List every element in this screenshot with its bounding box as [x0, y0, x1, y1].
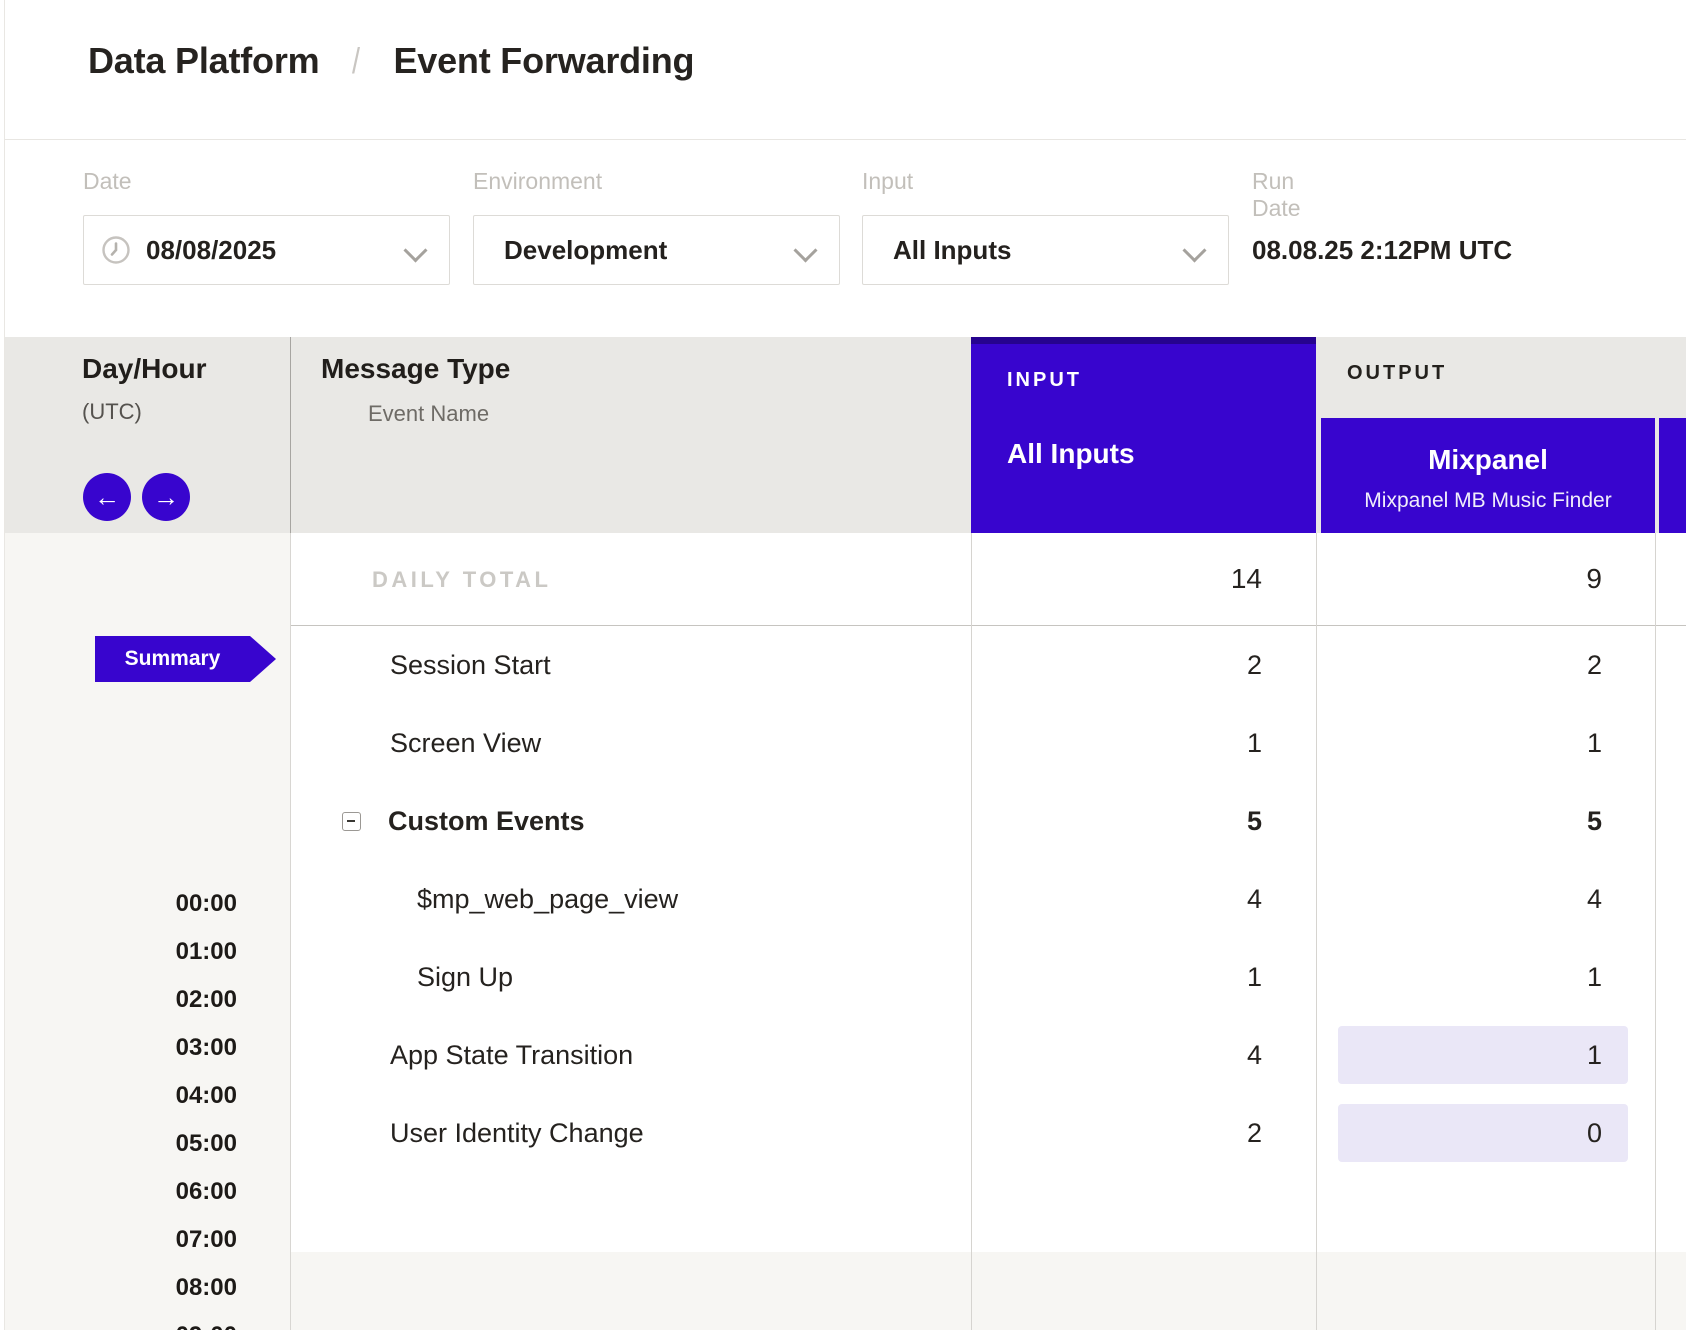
- chevron-down-icon: [405, 239, 427, 261]
- daily-total-label: DAILY TOTAL: [372, 533, 551, 626]
- arrow-left-icon: ←: [94, 484, 120, 510]
- input-value: All Inputs: [893, 235, 1184, 266]
- event-label: App State Transition: [390, 1016, 633, 1094]
- grid-footer-area: [291, 1252, 1686, 1330]
- hour-row-01[interactable]: 01:00: [117, 928, 237, 976]
- daily-total-input-count: 14: [971, 533, 1316, 625]
- column-divider-input: [971, 533, 972, 1330]
- chevron-down-icon: [795, 239, 817, 261]
- input-dropdown[interactable]: All Inputs: [862, 215, 1229, 285]
- table-row-session-start: Session Start 2 2: [291, 626, 1686, 704]
- output-count-highlighted: 1: [1338, 1026, 1628, 1084]
- output-column-title: Mixpanel: [1321, 444, 1655, 476]
- clock-icon: [101, 235, 131, 265]
- output-column-header-next-partial[interactable]: [1659, 418, 1686, 533]
- event-label: $mp_web_page_view: [417, 860, 678, 938]
- column-divider-output: [1316, 533, 1317, 1330]
- event-label: Sign Up: [417, 938, 513, 1016]
- hour-row-04[interactable]: 04:00: [117, 1072, 237, 1120]
- event-label: User Identity Change: [390, 1094, 644, 1172]
- table-row-app-state-transition: App State Transition 4 1: [291, 1016, 1686, 1094]
- table-row-user-identity-change: User Identity Change 2 0: [291, 1094, 1686, 1172]
- next-day-button[interactable]: →: [142, 473, 190, 521]
- message-type-header: Message Type: [321, 353, 510, 385]
- breadcrumb-separator: /: [352, 40, 360, 82]
- run-date-label: Run Date: [1252, 168, 1301, 222]
- collapse-minus-icon[interactable]: [342, 812, 361, 831]
- summary-badge-arrow: [250, 636, 276, 682]
- run-date-value: 08.08.25 2:12PM UTC: [1252, 215, 1512, 285]
- environment-dropdown[interactable]: Development: [473, 215, 840, 285]
- output-count: 4: [1321, 860, 1655, 938]
- date-value: 08/08/2025: [146, 235, 405, 266]
- input-count: 1: [971, 938, 1316, 1016]
- event-name-subheader: Event Name: [368, 401, 489, 427]
- event-label: Custom Events: [388, 806, 585, 837]
- summary-row-badge[interactable]: Summary: [95, 636, 250, 682]
- output-count: 5: [1321, 782, 1655, 860]
- hour-row-02[interactable]: 02:00: [117, 976, 237, 1024]
- input-count: 1: [971, 704, 1316, 782]
- table-row-mp-web-page-view: $mp_web_page_view 4 4: [291, 860, 1686, 938]
- output-column-header-mixpanel[interactable]: Mixpanel Mixpanel MB Music Finder: [1321, 418, 1655, 533]
- table-row-screen-view: Screen View 1 1: [291, 704, 1686, 782]
- output-count: 1: [1321, 704, 1655, 782]
- chevron-down-icon: [1184, 239, 1206, 261]
- breadcrumb: Data Platform / Event Forwarding: [88, 40, 694, 82]
- summary-label: Summary: [125, 647, 221, 671]
- hour-row-05[interactable]: 05:00: [117, 1120, 237, 1168]
- input-column-title: All Inputs: [1007, 438, 1135, 470]
- input-section-label: INPUT: [1007, 369, 1082, 392]
- daily-total-output-count: 9: [1321, 533, 1655, 625]
- input-count: 5: [971, 782, 1316, 860]
- input-filter-label: Input: [862, 168, 913, 195]
- column-divider-next: [1655, 533, 1656, 1330]
- input-count: 4: [971, 860, 1316, 938]
- date-dropdown[interactable]: 08/08/2025: [83, 215, 450, 285]
- filter-bar: Date 08/08/2025 Environment Development …: [5, 141, 1686, 337]
- day-hour-rail: Summary 00:00 01:00 02:00 03:00 04:00 05…: [5, 533, 290, 1330]
- table-row-custom-events: Custom Events 5 5: [291, 782, 1686, 860]
- rail-divider-body: [290, 533, 291, 1330]
- hour-row-06[interactable]: 06:00: [117, 1168, 237, 1216]
- hour-row-03[interactable]: 03:00: [117, 1024, 237, 1072]
- input-column-accent-strip: [971, 337, 1316, 344]
- breadcrumb-section[interactable]: Data Platform: [88, 40, 319, 82]
- day-hour-header: Day/Hour: [82, 353, 206, 385]
- hour-row-00[interactable]: 00:00: [117, 880, 237, 928]
- input-count: 2: [971, 626, 1316, 704]
- hour-row-09[interactable]: 09:00: [117, 1312, 237, 1330]
- hour-row-08[interactable]: 08:00: [117, 1264, 237, 1312]
- event-forwarding-page: Data Platform / Event Forwarding Date 08…: [0, 0, 1686, 1330]
- output-count-highlighted: 0: [1338, 1104, 1628, 1162]
- previous-day-button[interactable]: ←: [83, 473, 131, 521]
- daily-total-row: DAILY TOTAL 14 9: [291, 533, 1686, 626]
- table-row-sign-up: Sign Up 1 1: [291, 938, 1686, 1016]
- input-column-header[interactable]: INPUT All Inputs: [971, 337, 1316, 533]
- event-label: Screen View: [390, 704, 541, 782]
- output-section-label: OUTPUT: [1347, 362, 1447, 385]
- top-bar: Data Platform / Event Forwarding: [5, 0, 1686, 140]
- input-count: 4: [971, 1016, 1316, 1094]
- output-column-subtitle: Mixpanel MB Music Finder: [1321, 489, 1655, 513]
- output-count: 1: [1321, 938, 1655, 1016]
- hour-row-07[interactable]: 07:00: [117, 1216, 237, 1264]
- input-count: 2: [971, 1094, 1316, 1172]
- date-filter-label: Date: [83, 168, 132, 195]
- rail-divider-header: [290, 337, 291, 533]
- output-count: 2: [1321, 626, 1655, 704]
- page-title: Event Forwarding: [393, 40, 694, 82]
- day-hour-timezone: (UTC): [82, 399, 142, 425]
- environment-filter-label: Environment: [473, 168, 602, 195]
- arrow-right-icon: →: [153, 484, 179, 510]
- event-label: Session Start: [390, 626, 551, 704]
- environment-value: Development: [504, 235, 795, 266]
- event-label-group: Custom Events: [342, 782, 585, 860]
